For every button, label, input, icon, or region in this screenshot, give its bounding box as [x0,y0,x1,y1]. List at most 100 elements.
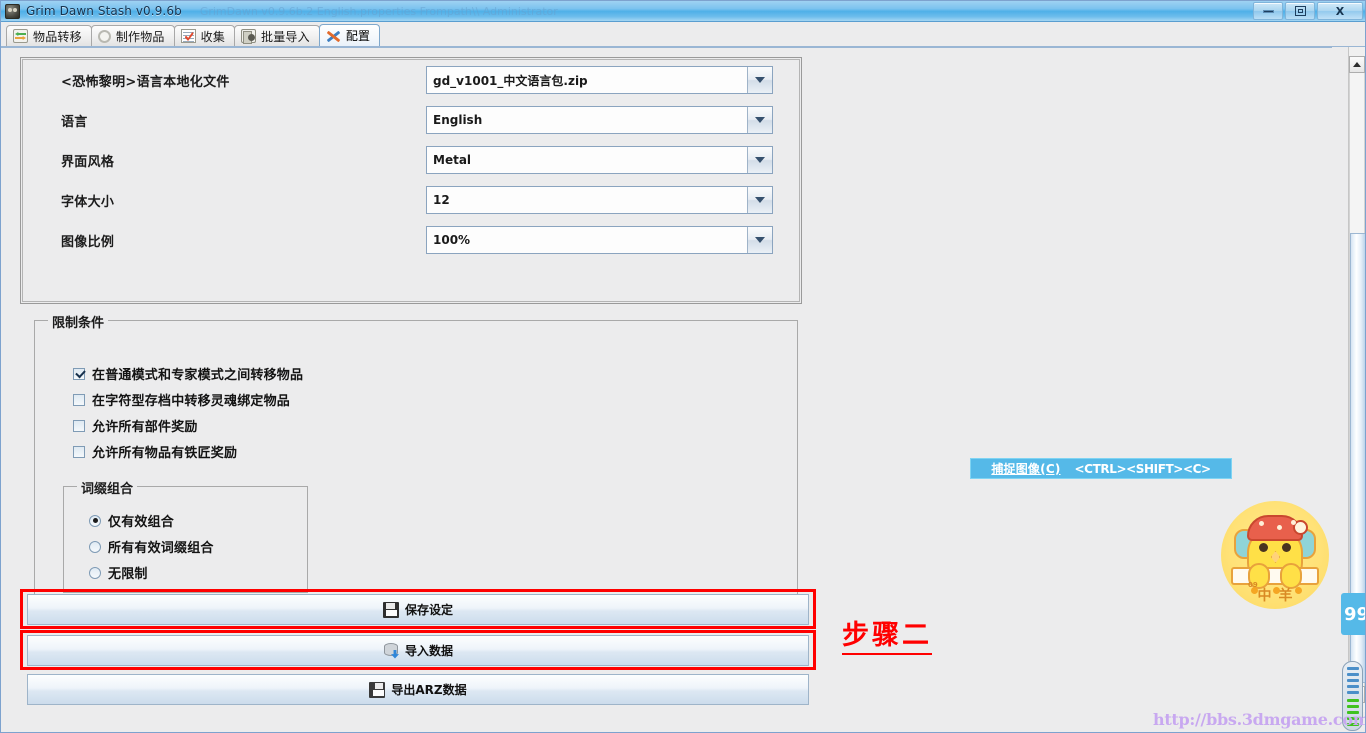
checkbox-icon[interactable] [73,367,85,380]
signal-bar [1347,679,1359,682]
affix-group-title: 词缀组合 [77,478,138,497]
scroll-up-button[interactable] [1349,56,1365,73]
radio-icon[interactable] [89,514,101,527]
capture-label: 捕捉图像(C) [991,462,1061,476]
tab-item-transfer[interactable]: 物品转移 [6,25,92,46]
select-value: 100% [433,233,471,247]
radio-label: 无限制 [108,567,148,582]
save-settings-button[interactable]: 保存设定 [27,594,809,625]
checkbox-allow-blacksmith-bonus[interactable]: 允许所有物品有铁匠奖励 [73,442,237,461]
window-title: Grim Dawn Stash v0.9.6b [26,4,182,18]
form-row-language: 语言 English [23,100,799,140]
mascot-avatar: 09 中羊 [1221,501,1329,609]
settings-form: <恐怖黎明>语言本地化文件 gd_v1001_中文语言包.zip 语言 Engl… [22,59,800,302]
checkbox-label: 允许所有物品有铁匠奖励 [92,446,238,461]
minimize-icon [1262,9,1274,13]
form-row-localization-file: <恐怖黎明>语言本地化文件 gd_v1001_中文语言包.zip [23,60,799,100]
radio-unlimited[interactable]: 无限制 [89,563,148,582]
button-label: 导出ARZ数据 [391,683,467,697]
chevron-down-icon[interactable] [747,227,772,253]
radio-all-valid-affix[interactable]: 所有有效词缀组合 [89,537,214,556]
minimize-button[interactable] [1253,2,1283,20]
mascot-text: 中羊 [1257,588,1300,604]
language-select[interactable]: English [426,106,773,134]
database-import-icon [383,642,399,659]
chevron-down-icon[interactable] [747,107,772,133]
signal-bar [1347,685,1359,688]
chevron-down-icon[interactable] [747,67,772,93]
capture-image-tooltip[interactable]: 捕捉图像(C) <CTRL><SHIFT><C> [970,458,1232,479]
close-icon: X [1335,4,1345,18]
maximize-icon [1294,6,1306,16]
radio-label: 仅有效组合 [108,515,175,530]
checkbox-label: 允许所有部件奖励 [92,420,198,435]
tab-label: 收集 [200,29,226,44]
settings-outer-frame: <恐怖黎明>语言本地化文件 gd_v1001_中文语言包.zip 语言 Engl… [20,57,802,304]
form-row-ui-style: 界面风格 Metal [23,140,799,180]
mascot-eye-right [1282,543,1291,552]
mascot-cap-dot [1277,525,1282,530]
checkbox-icon[interactable] [73,445,85,458]
ui-style-select[interactable]: Metal [426,146,773,174]
window-subtitle: GrimDawn v0.9.6b.2 English.properties Fr… [199,4,558,18]
signal-bar [1347,705,1359,708]
transfer-icon [13,29,28,43]
mascot-eye-left [1259,543,1268,552]
content-viewport: <恐怖黎明>语言本地化文件 gd_v1001_中文语言包.zip 语言 Engl… [1,47,1365,712]
field-label: 语言 [61,114,88,130]
select-value: Metal [433,153,472,167]
chevron-down-icon[interactable] [747,187,772,213]
form-row-font-size: 字体大小 12 [23,180,799,220]
tab-item-config[interactable]: 配置 [318,24,381,46]
checkbox-transfer-between-modes[interactable]: 在普通模式和专家模式之间转移物品 [73,364,303,383]
field-label: 图像比例 [61,234,115,250]
app-icon [5,3,20,19]
tab-item-collect[interactable]: 收集 [173,25,236,46]
checkbox-icon[interactable] [73,393,85,406]
floppy-save-icon [382,601,399,618]
radio-label: 所有有效词缀组合 [108,541,214,556]
step-annotation: 步骤二 [842,613,932,655]
radio-icon[interactable] [89,566,101,579]
window-controls: X [1253,2,1363,20]
tab-item-craft[interactable]: 制作物品 [90,25,175,46]
capture-shortcut: <CTRL><SHIFT><C> [1074,461,1212,476]
gear-icon [97,30,111,43]
field-label: 界面风格 [61,154,115,170]
checkbox-allow-component-bonus[interactable]: 允许所有部件奖励 [73,416,198,435]
checkbox-label: 在字符型存档中转移灵魂绑定物品 [92,394,291,409]
checkbox-transfer-soulbound[interactable]: 在字符型存档中转移灵魂绑定物品 [73,390,290,409]
affix-combination-group: 词缀组合 仅有效组合 所有有效词缀组合 无限制 [63,478,308,593]
count-badge[interactable]: 99 [1341,593,1365,635]
import-data-button[interactable]: 导入数据 [27,635,809,666]
floppy-export-icon [369,681,386,698]
select-value: English [433,113,483,127]
field-label: <恐怖黎明>语言本地化文件 [61,74,230,90]
close-button[interactable]: X [1317,2,1363,20]
mascot-nightcap [1247,515,1308,541]
chevron-down-icon[interactable] [747,147,772,173]
radio-valid-only[interactable]: 仅有效组合 [89,511,174,530]
field-label: 字体大小 [61,194,115,210]
signal-bar [1347,699,1359,702]
checklist-icon [180,29,196,43]
batch-import-icon [241,29,257,44]
tab-bar: 物品转移 制作物品 收集 批量导入 配置 [1,23,1365,47]
restrictions-group: 限制条件 在普通模式和专家模式之间转移物品 在字符型存档中转移灵魂绑定物品 允许… [34,312,798,610]
maximize-button[interactable] [1285,2,1315,20]
mascot-scarf [1231,567,1319,585]
application-window: Grim Dawn Stash v0.9.6b GrimDawn v0.9.6b… [0,0,1366,733]
chevron-up-icon [1353,62,1361,67]
image-scale-select[interactable]: 100% [426,226,773,254]
signal-bar [1347,667,1359,670]
mascot-cap-dot [1259,521,1264,526]
localization-file-select[interactable]: gd_v1001_中文语言包.zip [426,66,773,94]
tab-item-batch-import[interactable]: 批量导入 [234,25,320,46]
export-arz-button[interactable]: 导出ARZ数据 [27,674,809,705]
radio-icon[interactable] [89,540,101,553]
font-size-select[interactable]: 12 [426,186,773,214]
tools-icon [326,29,341,43]
select-value: gd_v1001_中文语言包.zip [433,73,588,88]
tab-label: 配置 [345,29,371,43]
checkbox-icon[interactable] [73,419,85,432]
